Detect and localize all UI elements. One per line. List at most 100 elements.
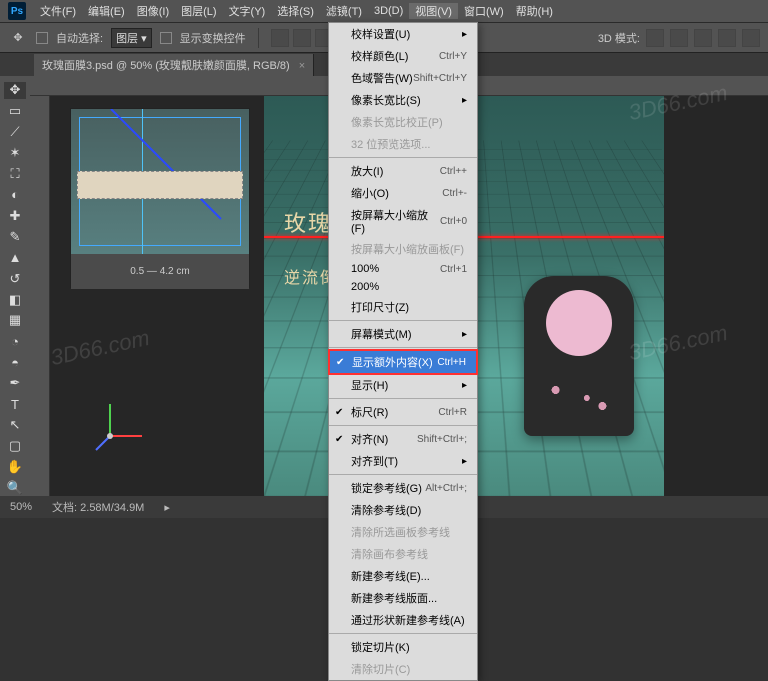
- menu-snap[interactable]: ✔对齐(N)Shift+Ctrl+;: [329, 428, 477, 450]
- marquee-tool[interactable]: ▭: [4, 103, 26, 120]
- dodge-tool[interactable]: ◓: [4, 354, 26, 371]
- menu-view[interactable]: 视图(V): [409, 3, 458, 19]
- menu-separator: [329, 320, 477, 321]
- auto-select-label: 自动选择:: [56, 30, 103, 46]
- menu-clear-sel-artboard-guides: 清除所选画板参考线: [329, 521, 477, 543]
- menu-fit-screen[interactable]: 按屏幕大小缩放(F)Ctrl+0: [329, 204, 477, 238]
- eyedropper-tool[interactable]: ◐: [4, 187, 26, 204]
- menu-edit[interactable]: 编辑(E): [82, 3, 131, 19]
- pen-tool[interactable]: ✒: [4, 375, 26, 392]
- menu-fit-artboard: 按屏幕大小缩放画板(F): [329, 238, 477, 260]
- mode-3d-icon[interactable]: [670, 29, 688, 47]
- menu-proof-setup[interactable]: 校样设置(U)▸: [329, 23, 477, 45]
- mode-3d-icon[interactable]: [694, 29, 712, 47]
- menu-file[interactable]: 文件(F): [34, 3, 82, 19]
- menu-screen-mode[interactable]: 屏幕模式(M)▸: [329, 323, 477, 345]
- menu-rulers[interactable]: ✔标尺(R)Ctrl+R: [329, 401, 477, 423]
- align-icon[interactable]: [271, 29, 289, 47]
- align-icon[interactable]: [293, 29, 311, 47]
- navigator-footer: 0.5 — 4.2 cm: [71, 254, 249, 289]
- menu-show[interactable]: 显示(H)▸: [329, 374, 477, 396]
- zoom-level[interactable]: 50%: [10, 501, 32, 513]
- toolbox: ✥ ▭ ⟋ ✶ ⛶ ◐ ✚ ✎ ▲ ↺ ◧ ▦ ◔ ◓ ✒ T ↖ ▢ ✋ 🔍: [0, 76, 30, 496]
- navigator-strip: [77, 171, 243, 199]
- tab-title: 玫瑰面膜3.psd @ 50% (玫瑰靓肤嫩颜面膜, RGB/8): [42, 60, 290, 72]
- menu-clear-canvas-guides: 清除画布参考线: [329, 543, 477, 565]
- menu-snap-to[interactable]: 对齐到(T)▸: [329, 450, 477, 472]
- nav-measure: 0.5: [130, 266, 144, 277]
- heal-tool[interactable]: ✚: [4, 207, 26, 224]
- stamp-tool[interactable]: ▲: [4, 249, 26, 266]
- menu-pixel-aspect[interactable]: 像素长宽比(S)▸: [329, 89, 477, 111]
- menu-proof-colors[interactable]: 校样颜色(L)Ctrl+Y: [329, 45, 477, 67]
- menu-new-guide-layout[interactable]: 新建参考线版面...: [329, 587, 477, 609]
- menu-help[interactable]: 帮助(H): [510, 3, 559, 19]
- wand-tool[interactable]: ✶: [4, 145, 26, 162]
- menu-pixel-correction: 像素长宽比校正(P): [329, 111, 477, 133]
- menu-new-guide-from-shape[interactable]: 通过形状新建参考线(A): [329, 609, 477, 631]
- crop-tool[interactable]: ⛶: [4, 166, 26, 183]
- brush-tool[interactable]: ✎: [4, 228, 26, 245]
- nav-unit: cm: [176, 266, 189, 277]
- menu-select[interactable]: 选择(S): [271, 3, 320, 19]
- shape-tool[interactable]: ▢: [4, 437, 26, 454]
- type-tool[interactable]: T: [4, 396, 26, 413]
- separator: [258, 28, 259, 48]
- doc-size[interactable]: 文档: 2.58M/34.9M: [52, 499, 144, 515]
- path-tool[interactable]: ↖: [4, 417, 26, 434]
- navigator-preview[interactable]: [71, 109, 249, 254]
- show-transform-checkbox[interactable]: [160, 32, 172, 44]
- menu-zoom-in[interactable]: 放大(I)Ctrl++: [329, 160, 477, 182]
- view-menu-dropdown: 校样设置(U)▸ 校样颜色(L)Ctrl+Y 色域警告(W)Shift+Ctrl…: [328, 22, 478, 681]
- nav-measure: 4.2: [160, 266, 174, 277]
- check-icon: ✔: [336, 357, 344, 368]
- menu-separator: [329, 633, 477, 634]
- menu-32bit-preview: 32 位预览选项...: [329, 133, 477, 155]
- hand-tool[interactable]: ✋: [4, 458, 26, 475]
- menu-new-guide[interactable]: 新建参考线(E)...: [329, 565, 477, 587]
- mode-3d-icon[interactable]: [646, 29, 664, 47]
- axis-3d-gizmo[interactable]: [90, 396, 150, 456]
- menu-200[interactable]: 200%: [329, 278, 477, 296]
- check-icon: ✔: [335, 434, 343, 445]
- gradient-tool[interactable]: ▦: [4, 312, 26, 329]
- menu-separator: [329, 347, 477, 348]
- zoom-tool[interactable]: 🔍: [4, 479, 26, 496]
- eraser-tool[interactable]: ◧: [4, 291, 26, 308]
- check-icon: ✔: [335, 407, 343, 418]
- menu-filter[interactable]: 滤镜(T): [320, 3, 368, 19]
- menu-zoom-out[interactable]: 缩小(O)Ctrl+-: [329, 182, 477, 204]
- menu-separator: [329, 474, 477, 475]
- auto-select-checkbox[interactable]: [36, 32, 48, 44]
- menu-clear-slices: 清除切片(C): [329, 658, 477, 680]
- product-pattern: [540, 378, 618, 418]
- ruler-vertical[interactable]: [30, 96, 50, 496]
- close-icon[interactable]: ×: [299, 60, 305, 72]
- menu-print-size[interactable]: 打印尺寸(Z): [329, 296, 477, 318]
- menu-3d[interactable]: 3D(D): [368, 5, 409, 17]
- menu-type[interactable]: 文字(Y): [223, 3, 272, 19]
- menu-100[interactable]: 100%Ctrl+1: [329, 260, 477, 278]
- status-arrow-icon[interactable]: ▸: [164, 501, 170, 514]
- menu-layer[interactable]: 图层(L): [175, 3, 222, 19]
- blur-tool[interactable]: ◔: [4, 333, 26, 350]
- product-disc: [546, 290, 612, 356]
- align-icons: [271, 29, 333, 47]
- menu-lock-slices[interactable]: 锁定切片(K): [329, 636, 477, 658]
- menu-separator: [329, 398, 477, 399]
- lasso-tool[interactable]: ⟋: [4, 124, 26, 141]
- menu-window[interactable]: 窗口(W): [458, 3, 510, 19]
- history-brush-tool[interactable]: ↺: [4, 270, 26, 287]
- mode-3d-icon[interactable]: [718, 29, 736, 47]
- mode-3d-icon[interactable]: [742, 29, 760, 47]
- mode-3d-label: 3D 模式:: [598, 30, 640, 46]
- menu-lock-guides[interactable]: 锁定参考线(G)Alt+Ctrl+;: [329, 477, 477, 499]
- menu-gamut-warning[interactable]: 色域警告(W)Shift+Ctrl+Y: [329, 67, 477, 89]
- move-tool[interactable]: ✥: [4, 82, 26, 99]
- navigator-panel[interactable]: 0.5 — 4.2 cm: [70, 108, 250, 288]
- menubar: Ps 文件(F) 编辑(E) 图像(I) 图层(L) 文字(Y) 选择(S) 滤…: [0, 0, 768, 22]
- menu-extras[interactable]: ✔显示额外内容(X)Ctrl+H: [328, 349, 478, 375]
- document-tab[interactable]: 玫瑰面膜3.psd @ 50% (玫瑰靓肤嫩颜面膜, RGB/8) ×: [34, 54, 314, 76]
- menu-image[interactable]: 图像(I): [131, 3, 175, 19]
- auto-select-dropdown[interactable]: 图层 ▾: [111, 28, 152, 48]
